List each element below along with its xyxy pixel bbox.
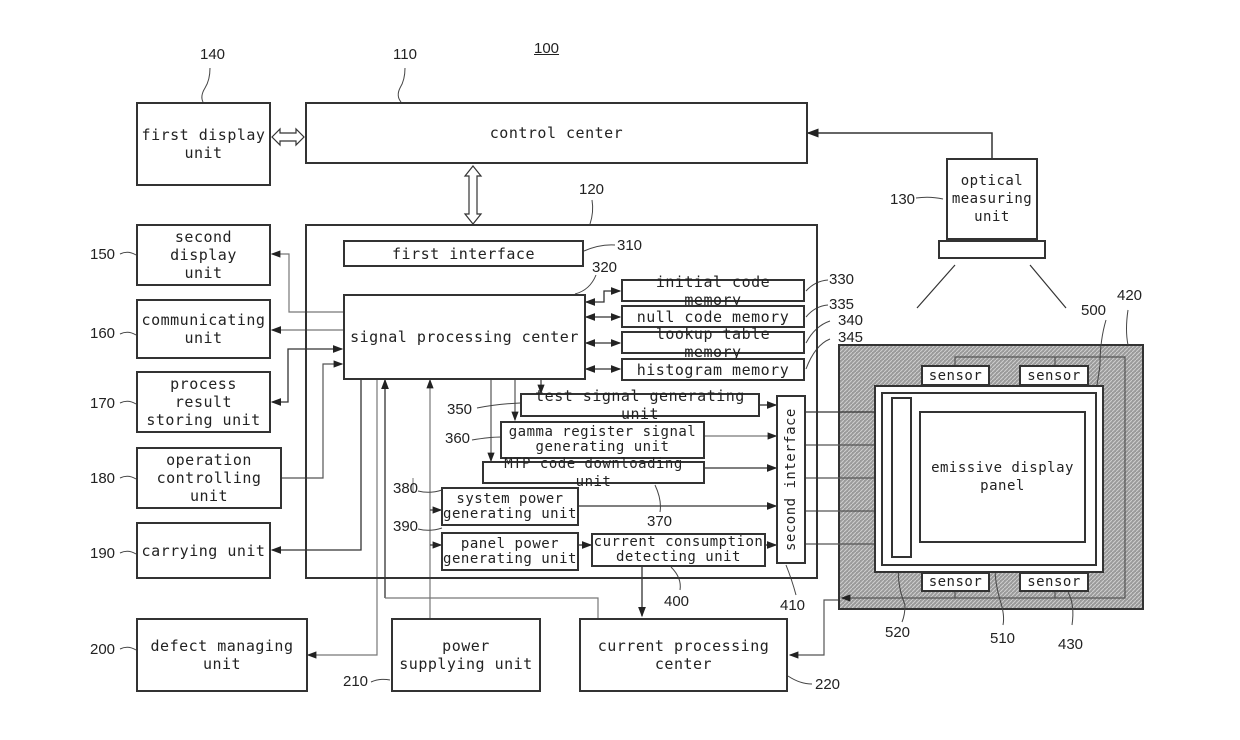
defect-managing-unit: defect managing unit — [136, 618, 308, 692]
ref-210: 210 — [343, 673, 369, 690]
ref-140: 140 — [200, 46, 226, 63]
second-display-unit: second display unit — [136, 224, 271, 286]
ref-420: 420 — [1117, 287, 1143, 304]
ref-220: 220 — [815, 676, 841, 693]
ref-500: 500 — [1081, 302, 1107, 319]
communicating-unit: communicating unit — [136, 299, 271, 359]
test-signal-generating-unit: test signal generating unit — [520, 387, 760, 423]
histogram-memory: histogram memory — [621, 358, 805, 381]
second-interface: second interface — [776, 395, 806, 564]
ref-360: 360 — [445, 430, 471, 447]
current-consumption-detecting-unit: current consumption detecting unit — [591, 533, 766, 567]
bidirectional-arrow-icon — [271, 127, 305, 147]
ref-170: 170 — [90, 395, 116, 412]
mtp-code-downloading-unit: MTP code downloading unit — [482, 456, 705, 490]
ref-520: 520 — [885, 624, 911, 641]
ref-130: 130 — [890, 191, 916, 208]
ref-310: 310 — [617, 237, 643, 254]
optical-measuring-unit: optical measuring unit — [946, 158, 1038, 240]
optical-lens-base — [938, 240, 1046, 259]
carrying-unit: carrying unit — [136, 522, 271, 579]
process-result-storing-unit: process result storing unit — [136, 371, 271, 433]
figure-ref: 100 — [534, 40, 560, 57]
ref-370: 370 — [647, 513, 673, 530]
ref-430: 430 — [1058, 636, 1084, 653]
ref-345: 345 — [838, 329, 864, 346]
ref-390: 390 — [393, 518, 419, 535]
ref-320: 320 — [592, 259, 618, 276]
operation-controlling-unit: operation controlling unit — [136, 447, 282, 509]
ref-180: 180 — [90, 470, 116, 487]
gamma-register-signal-generating-unit: gamma register signal generating unit — [500, 421, 705, 459]
sensor-bottom-left: sensor — [921, 572, 990, 592]
lookup-table-memory: lookup table memory — [621, 325, 805, 361]
panel-power-generating-unit: panel power generating unit — [441, 532, 579, 571]
ref-110: 110 — [393, 46, 417, 63]
ref-400: 400 — [664, 593, 690, 610]
ref-380: 380 — [393, 480, 419, 497]
ref-350: 350 — [447, 401, 473, 418]
power-supplying-unit: power supplying unit — [391, 618, 541, 692]
ref-330: 330 — [829, 271, 855, 288]
ref-190: 190 — [90, 545, 116, 562]
ref-340: 340 — [838, 312, 864, 329]
ref-120: 120 — [579, 181, 605, 198]
ref-510: 510 — [990, 630, 1016, 647]
current-processing-center: current processing center — [579, 618, 788, 692]
ref-200: 200 — [90, 641, 116, 658]
sensor-bottom-right: sensor — [1019, 572, 1089, 592]
first-interface: first interface — [343, 240, 584, 267]
initial-code-memory: initial code memory — [621, 273, 805, 309]
sensor-top-left: sensor — [921, 365, 990, 386]
control-center: control center — [305, 102, 808, 164]
driver-520 — [891, 397, 912, 558]
system-power-generating-unit: system power generating unit — [441, 487, 579, 526]
ref-410: 410 — [780, 597, 806, 614]
bidirectional-arrow-icon — [463, 165, 483, 225]
signal-processing-center: signal processing center — [343, 294, 586, 380]
ref-335: 335 — [829, 296, 855, 313]
emissive-display-panel: emissive display panel — [919, 411, 1086, 543]
ref-160: 160 — [90, 325, 116, 342]
ref-150: 150 — [90, 246, 116, 263]
first-display-unit: first display unit — [136, 102, 271, 186]
sensor-top-right: sensor — [1019, 365, 1089, 386]
